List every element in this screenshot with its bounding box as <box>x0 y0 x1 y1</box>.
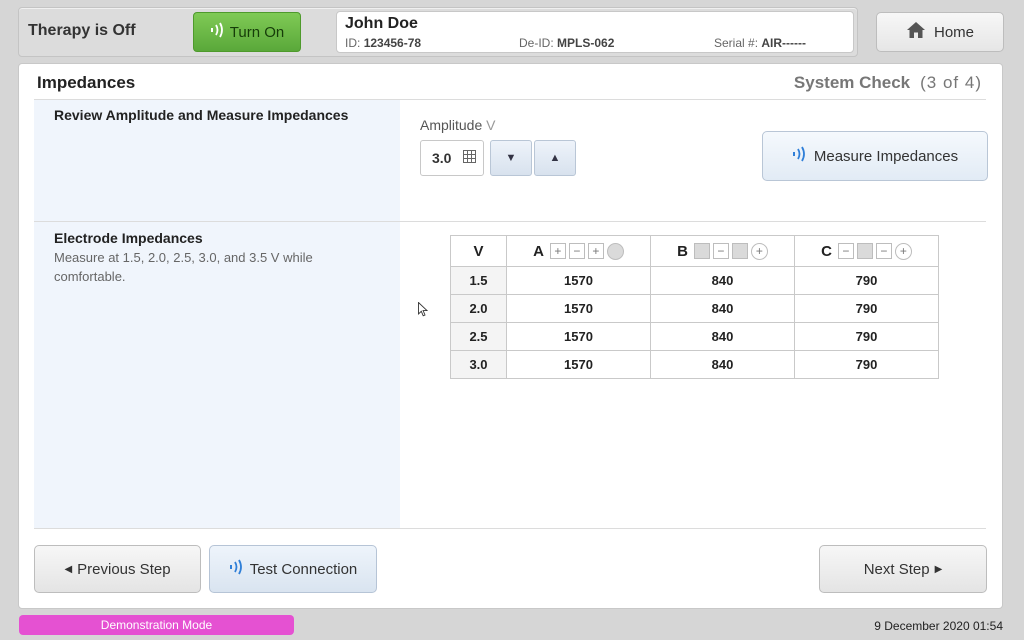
patient-id-label: ID: <box>345 36 361 50</box>
impedance-b-cell: 840 <box>650 350 795 379</box>
contact-c-3-minus-icon[interactable]: − <box>875 243 892 260</box>
impedance-a-cell: 1570 <box>506 294 651 323</box>
amplitude-label: Amplitude V <box>420 117 496 133</box>
section-divider <box>34 221 986 222</box>
measure-impedances-label: Measure Impedances <box>813 147 959 165</box>
impedance-a-cell: 1570 <box>506 322 651 351</box>
patient-deid: De-ID: MPLS-062 <box>519 36 614 50</box>
contact-a-2-minus-icon[interactable]: − <box>568 243 585 260</box>
turn-on-button[interactable]: Turn On <box>193 12 301 52</box>
contact-b-1-off-icon[interactable] <box>693 243 710 260</box>
wireless-icon <box>210 21 226 43</box>
keypad-icon[interactable] <box>463 150 476 166</box>
voltage-cell: 2.5 <box>450 322 507 351</box>
impedance-c-cell: 790 <box>794 266 939 295</box>
step-count: (3 of 4) <box>920 73 982 92</box>
column-header-b: B − + <box>650 235 795 267</box>
turn-on-label: Turn On <box>229 23 285 41</box>
amplitude-increase-button[interactable]: ▲ <box>534 140 576 176</box>
voltage-cell: 3.0 <box>450 350 507 379</box>
contact-b-case-plus-icon[interactable]: + <box>750 242 768 260</box>
impedance-c-cell: 790 <box>794 322 939 351</box>
voltage-cell: 2.0 <box>450 294 507 323</box>
contact-c-2-off-icon[interactable] <box>856 243 873 260</box>
contact-a-case-icon[interactable] <box>606 242 624 260</box>
amplitude-unit: V <box>486 117 496 133</box>
previous-step-label: Previous Step <box>77 560 171 578</box>
amplitude-input[interactable]: 3.0 <box>420 140 484 176</box>
patient-deid-label: De-ID: <box>519 36 554 50</box>
triangle-down-icon: ▼ <box>505 152 517 164</box>
contact-a-label: A <box>533 242 544 260</box>
step-name: System Check <box>793 73 911 92</box>
electrode-section-description: Measure at 1.5, 2.0, 2.5, 3.0, and 3.5 V… <box>54 250 313 284</box>
contact-b-label: B <box>677 242 688 260</box>
demonstration-mode-badge: Demonstration Mode <box>19 615 294 635</box>
amplitude-label-text: Amplitude <box>420 117 483 133</box>
contact-c-case-plus-icon[interactable]: + <box>894 242 912 260</box>
electrode-section-title: Electrode Impedances <box>54 230 203 246</box>
column-header-a: A + − + <box>506 235 651 267</box>
triangle-left-icon: ◀ <box>64 563 73 575</box>
previous-step-button[interactable]: ◀ Previous Step <box>34 545 201 593</box>
triangle-right-icon: ▶ <box>934 563 943 575</box>
patient-serial-label: Serial #: <box>714 36 759 50</box>
section-label-column <box>34 100 400 528</box>
table-row: 1.5 1570 840 790 <box>450 266 939 295</box>
patient-deid-value: MPLS-062 <box>557 36 615 50</box>
contact-c-label: C <box>821 242 832 260</box>
impedance-table: V A + − + B − + C − − + 1.5 1570 840 790… <box>450 235 939 379</box>
contact-a-3-plus-icon[interactable]: + <box>587 243 604 260</box>
contact-a-1-plus-icon[interactable]: + <box>549 243 566 260</box>
impedance-c-cell: 790 <box>794 350 939 379</box>
table-row: 3.0 1570 840 790 <box>450 350 939 379</box>
wireless-icon <box>229 557 245 581</box>
main-panel: Impedances System Check (3 of 4) Review A… <box>18 63 1003 609</box>
contact-c-1-minus-icon[interactable]: − <box>837 243 854 260</box>
voltage-cell: 1.5 <box>450 266 507 295</box>
impedance-a-cell: 1570 <box>506 350 651 379</box>
impedance-a-cell: 1570 <box>506 266 651 295</box>
footer-divider <box>34 528 986 529</box>
next-step-label: Next Step <box>863 560 930 578</box>
column-header-v: V <box>450 235 507 267</box>
table-header-row: V A + − + B − + C − − + <box>450 235 939 267</box>
mouse-cursor-icon <box>418 301 429 322</box>
step-indicator: System Check (3 of 4) <box>794 73 982 93</box>
table-row: 2.0 1570 840 790 <box>450 294 939 323</box>
test-connection-label: Test Connection <box>249 560 358 578</box>
patient-serial: Serial #: AIR------ <box>714 36 806 50</box>
impedance-b-cell: 840 <box>650 266 795 295</box>
contact-b-3-off-icon[interactable] <box>731 243 748 260</box>
column-header-c: C − − + <box>794 235 939 267</box>
impedance-b-cell: 840 <box>650 322 795 351</box>
therapy-status: Therapy is Off <box>28 22 136 39</box>
impedance-c-cell: 790 <box>794 294 939 323</box>
amplitude-value: 3.0 <box>432 150 452 166</box>
impedance-b-cell: 840 <box>650 294 795 323</box>
patient-serial-value: AIR------ <box>761 36 807 50</box>
patient-name: John Doe <box>345 15 418 32</box>
triangle-up-icon: ▲ <box>549 152 561 164</box>
table-row: 2.5 1570 840 790 <box>450 322 939 351</box>
patient-id-value: 123456-78 <box>363 36 422 50</box>
date-time: 9 December 2020 01:54 <box>874 619 1003 633</box>
top-bar: Therapy is Off Turn On John Doe ID: 1234… <box>18 7 858 57</box>
home-icon <box>906 21 926 43</box>
page-title: Impedances <box>37 73 136 92</box>
home-label: Home <box>933 23 974 41</box>
amplitude-decrease-button[interactable]: ▼ <box>490 140 532 176</box>
test-connection-button[interactable]: Test Connection <box>209 545 377 593</box>
measure-impedances-button[interactable]: Measure Impedances <box>762 131 988 181</box>
patient-id: ID: 123456-78 <box>345 36 421 50</box>
contact-b-2-minus-icon[interactable]: − <box>712 243 729 260</box>
amplitude-section-title: Review Amplitude and Measure Impedances <box>54 107 349 123</box>
home-button[interactable]: Home <box>876 12 1004 52</box>
wireless-icon <box>792 144 808 168</box>
next-step-button[interactable]: Next Step ▶ <box>819 545 987 593</box>
patient-info: John Doe ID: 123456-78 De-ID: MPLS-062 S… <box>336 11 854 53</box>
